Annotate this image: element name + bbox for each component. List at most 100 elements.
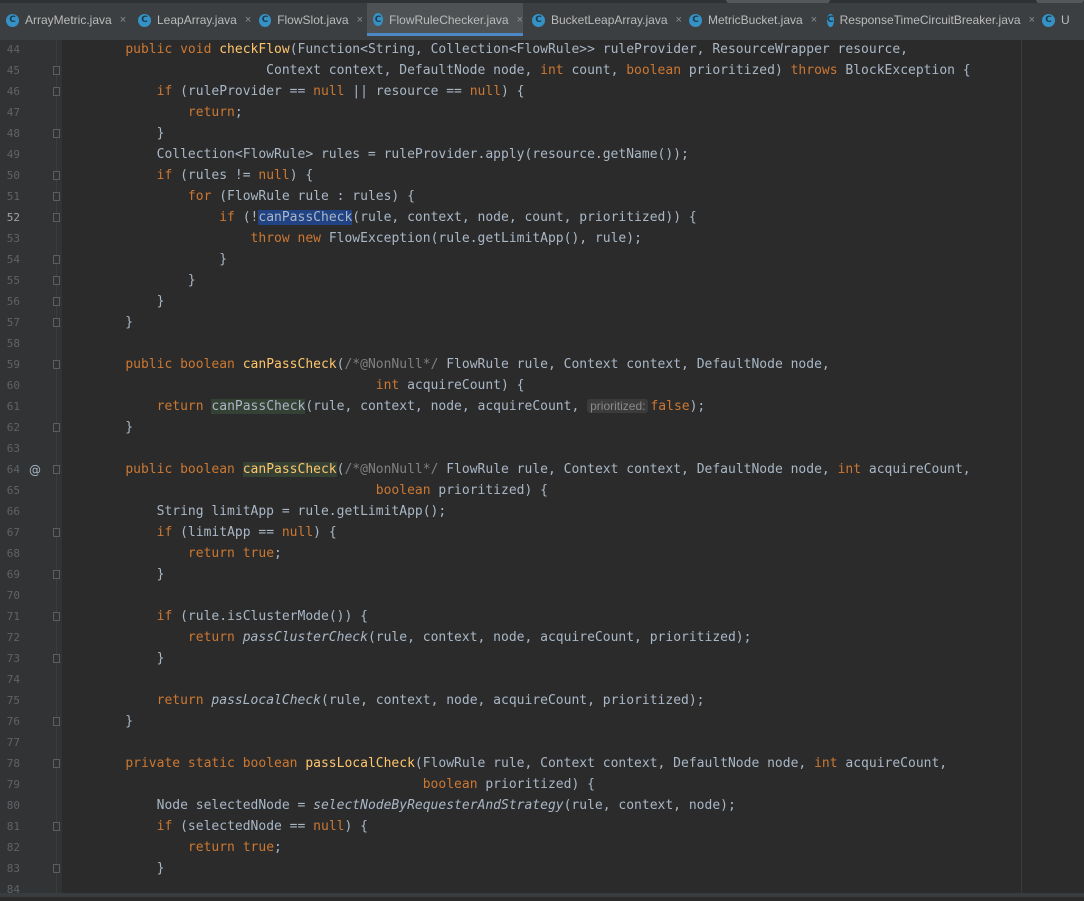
fold-marker-icon[interactable] — [53, 171, 60, 180]
override-marker-icon[interactable]: @ — [29, 463, 41, 477]
horizontal-scrollbar[interactable] — [0, 893, 1084, 897]
fold-marker-icon[interactable] — [53, 465, 60, 474]
code-line[interactable]: 77 — [0, 733, 1084, 754]
code-line[interactable]: 61 return canPassCheck(rule, context, no… — [0, 397, 1084, 418]
code-line[interactable]: 78 private static boolean passLocalCheck… — [0, 754, 1084, 775]
code-line[interactable]: 57 } — [0, 313, 1084, 334]
fold-marker-icon[interactable] — [53, 822, 60, 831]
code-line[interactable]: 83 } — [0, 859, 1084, 880]
fold-marker-icon[interactable] — [53, 87, 60, 96]
code-line[interactable]: 82 return true; — [0, 838, 1084, 859]
tab-label: U — [1061, 13, 1070, 27]
code-line[interactable]: 55 } — [0, 271, 1084, 292]
tab-leaparray-java[interactable]: C LeapArray.java × — [138, 7, 256, 33]
code-line[interactable]: 79 boolean prioritized) { — [0, 775, 1084, 796]
fold-marker-icon[interactable] — [53, 654, 60, 663]
code-token: int — [814, 756, 846, 771]
code-line[interactable]: 52 if (!canPassCheck(rule, context, node… — [0, 208, 1084, 229]
fold-marker-icon[interactable] — [53, 423, 60, 432]
code-token: canPassCheck — [258, 210, 353, 225]
code-token: false — [650, 399, 690, 414]
fold-marker-icon[interactable] — [53, 612, 60, 621]
close-tab-icon[interactable]: × — [120, 14, 126, 26]
code-line[interactable]: 56 } — [0, 292, 1084, 313]
tab-bucketleaparray-java[interactable]: C BucketLeapArray.java × — [532, 7, 682, 33]
code-line[interactable]: 81 if (selectedNode == null) { — [0, 817, 1084, 838]
code-line[interactable]: 62 } — [0, 418, 1084, 439]
code-line[interactable]: 49 Collection<FlowRule> rules = ruleProv… — [0, 145, 1084, 166]
tab-u[interactable]: CU — [1042, 7, 1084, 33]
tab-label: FlowRuleChecker.java — [389, 12, 509, 27]
code-line[interactable]: 67 if (limitApp == null) { — [0, 523, 1084, 544]
code-line[interactable]: 53 throw new FlowException(rule.getLimit… — [0, 229, 1084, 250]
fold-marker-icon[interactable] — [53, 318, 60, 327]
code-line[interactable]: 54 } — [0, 250, 1084, 271]
close-tab-icon[interactable]: × — [811, 14, 817, 26]
fold-marker-icon[interactable] — [53, 759, 60, 768]
close-tab-icon[interactable]: × — [357, 14, 363, 26]
tab-label: MetricBucket.java — [708, 13, 803, 27]
code-line[interactable]: 75 return passLocalCheck(rule, context, … — [0, 691, 1084, 712]
tab-flowslot-java[interactable]: C FlowSlot.java × — [259, 7, 363, 33]
fold-marker-icon[interactable] — [53, 66, 60, 75]
code-token: checkFlow — [219, 42, 290, 57]
code-token: throws — [790, 63, 846, 78]
fold-marker-icon[interactable] — [53, 192, 60, 201]
close-tab-icon[interactable]: × — [676, 14, 682, 26]
tab-responsetimecircuitbreaker-java[interactable]: C ResponseTimeCircuitBreaker.java × — [827, 7, 1035, 33]
code-token: if — [156, 525, 181, 540]
code-line[interactable]: 74 — [0, 670, 1084, 691]
close-tab-icon[interactable]: × — [517, 14, 523, 26]
fold-marker-icon[interactable] — [53, 864, 60, 873]
tab-metricbucket-java[interactable]: C MetricBucket.java × — [689, 7, 819, 33]
code-line[interactable]: 50 if (rules != null) { — [0, 166, 1084, 187]
fold-marker-icon[interactable] — [53, 255, 60, 264]
code-line[interactable]: 63 — [0, 439, 1084, 460]
fold-marker-icon[interactable] — [53, 528, 60, 537]
code-line[interactable]: 60 int acquireCount) { — [0, 376, 1084, 397]
code-line[interactable]: 45 Context context, DefaultNode node, in… — [0, 61, 1084, 82]
fold-marker-icon[interactable] — [53, 297, 60, 306]
line-number: 63 — [6, 442, 20, 455]
code-line[interactable]: 71 if (rule.isClusterMode()) { — [0, 607, 1084, 628]
line-number: 44 — [6, 43, 20, 56]
code-line[interactable]: 44 public void checkFlow(Function<String… — [0, 40, 1084, 61]
code-line[interactable]: 64 @ public boolean canPassCheck(/*@NonNu… — [0, 460, 1084, 481]
toolbar-button[interactable] — [1036, 0, 1084, 3]
code-token: Collection<FlowRule> rules = ruleProvide… — [94, 147, 689, 162]
code-editor[interactable]: 44 public void checkFlow(Function<String… — [0, 40, 1084, 897]
code-line[interactable]: 66 String limitApp = rule.getLimitApp(); — [0, 502, 1084, 523]
code-token: (! — [242, 210, 259, 225]
code-token: } — [94, 252, 228, 267]
code-line[interactable]: 59 public boolean canPassCheck(/*@NonNul… — [0, 355, 1084, 376]
fold-marker-icon[interactable] — [53, 129, 60, 138]
code-line[interactable]: 84 — [0, 880, 1084, 901]
code-line[interactable]: 73 } — [0, 649, 1084, 670]
code-line[interactable]: 58 — [0, 334, 1084, 355]
fold-marker-icon[interactable] — [53, 717, 60, 726]
code-line[interactable]: 47 return; — [0, 103, 1084, 124]
code-line[interactable]: 46 if (ruleProvider == null || resource … — [0, 82, 1084, 103]
tab-flowrulechecker-java[interactable]: C FlowRuleChecker.java × — [367, 3, 523, 36]
code-line[interactable]: 80 Node selectedNode = selectNodeByReque… — [0, 796, 1084, 817]
fold-marker-icon[interactable] — [53, 570, 60, 579]
code-token: ; — [274, 840, 282, 855]
fold-marker-icon[interactable] — [53, 213, 60, 222]
close-tab-icon[interactable]: × — [1029, 14, 1035, 26]
fold-marker-icon[interactable] — [53, 276, 60, 285]
code-token: (rule.isClusterMode()) { — [180, 609, 368, 624]
code-line[interactable]: 65 boolean prioritized) { — [0, 481, 1084, 502]
code-line[interactable]: 48 } — [0, 124, 1084, 145]
code-line[interactable]: 72 return passClusterCheck(rule, context… — [0, 628, 1084, 649]
code-line[interactable]: 51 for (FlowRule rule : rules) { — [0, 187, 1084, 208]
close-tab-icon[interactable]: × — [245, 14, 251, 26]
code-line[interactable]: 76 } — [0, 712, 1084, 733]
java-class-icon: C — [689, 13, 702, 27]
toolbar-button[interactable] — [726, 0, 830, 3]
tab-arraymetric-java[interactable]: C ArrayMetric.java × — [6, 7, 136, 33]
code-line[interactable]: 70 — [0, 586, 1084, 607]
code-line[interactable]: 69 } — [0, 565, 1084, 586]
fold-marker-icon[interactable] — [53, 360, 60, 369]
code-token: ) { — [344, 819, 368, 834]
code-line[interactable]: 68 return true; — [0, 544, 1084, 565]
